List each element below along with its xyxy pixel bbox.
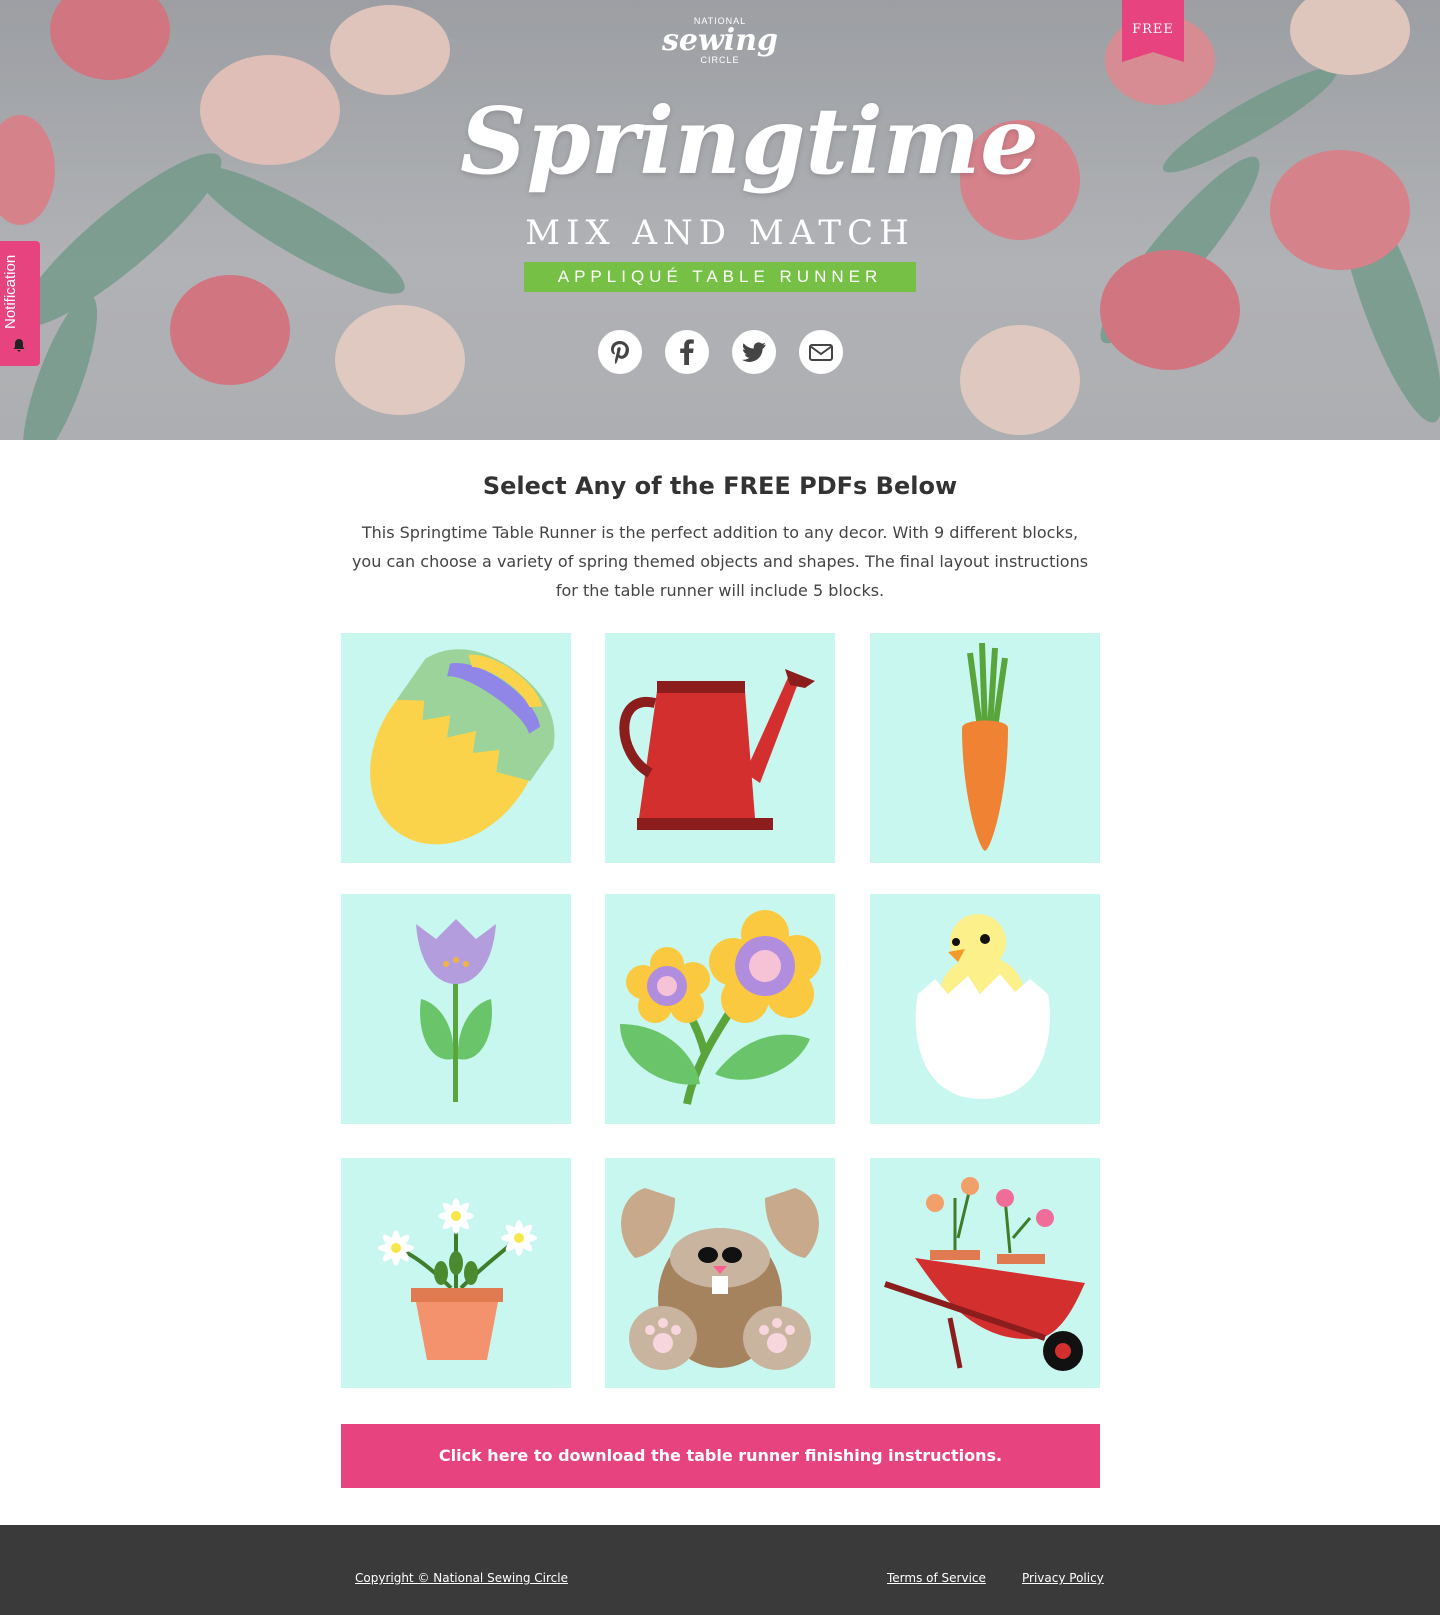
section-heading: Select Any of the FREE PDFs Below (482, 472, 958, 500)
bunny-image (621, 1188, 819, 1370)
carrot-image (962, 642, 1008, 851)
hero-banner: NATIONAL sewing CIRCLE FREE Springtime M… (0, 0, 1440, 440)
page-footer: Copyright © National Sewing Circle Terms… (0, 1525, 1440, 1615)
block-carrot[interactable] (870, 633, 1100, 863)
tulip-image (416, 919, 496, 1102)
pinterest-icon (611, 341, 629, 364)
hero-subtitle: MIX AND MATCH (525, 213, 915, 253)
block-flowers[interactable] (605, 894, 835, 1124)
pinterest-share-button[interactable] (598, 330, 642, 374)
terms-of-service-link[interactable]: Terms of Service (887, 1571, 986, 1585)
email-icon (809, 344, 833, 361)
download-instructions-button[interactable]: Click here to download the table runner … (341, 1424, 1100, 1488)
notification-tab[interactable]: Notification (0, 241, 40, 366)
facebook-share-button[interactable] (665, 330, 709, 374)
block-wheelbarrow[interactable] (870, 1158, 1100, 1388)
twitter-share-button[interactable] (732, 330, 776, 374)
block-tulip[interactable] (341, 894, 571, 1124)
bell-icon (13, 339, 25, 352)
wheelbarrow-image (884, 1177, 1085, 1371)
block-chick-in-egg[interactable] (870, 894, 1100, 1124)
watering-can-image (619, 669, 815, 830)
chick-in-egg-image (915, 914, 1050, 1099)
potted-daisies-image (378, 1198, 537, 1360)
block-bunny[interactable] (605, 1158, 835, 1388)
hero-title: Springtime (460, 87, 1039, 195)
logo-script-text: sewing (662, 23, 778, 58)
easter-egg-image (370, 649, 555, 845)
email-share-button[interactable] (799, 330, 843, 374)
facebook-icon (680, 339, 694, 365)
hero-band-label: APPLIQUÉ TABLE RUNNER (524, 262, 916, 292)
block-watering-can[interactable] (605, 633, 835, 863)
block-potted-daisies[interactable] (341, 1158, 571, 1388)
privacy-policy-link[interactable]: Privacy Policy (1022, 1571, 1104, 1585)
flowers-image (620, 910, 821, 1105)
notification-label: Notification (2, 254, 19, 329)
block-easter-egg[interactable] (341, 633, 571, 863)
intro-paragraph: This Springtime Table Runner is the perf… (351, 523, 1089, 600)
copyright-link[interactable]: Copyright © National Sewing Circle (355, 1571, 568, 1585)
twitter-icon (742, 342, 766, 362)
national-sewing-circle-logo[interactable]: NATIONAL sewing CIRCLE (660, 16, 780, 76)
